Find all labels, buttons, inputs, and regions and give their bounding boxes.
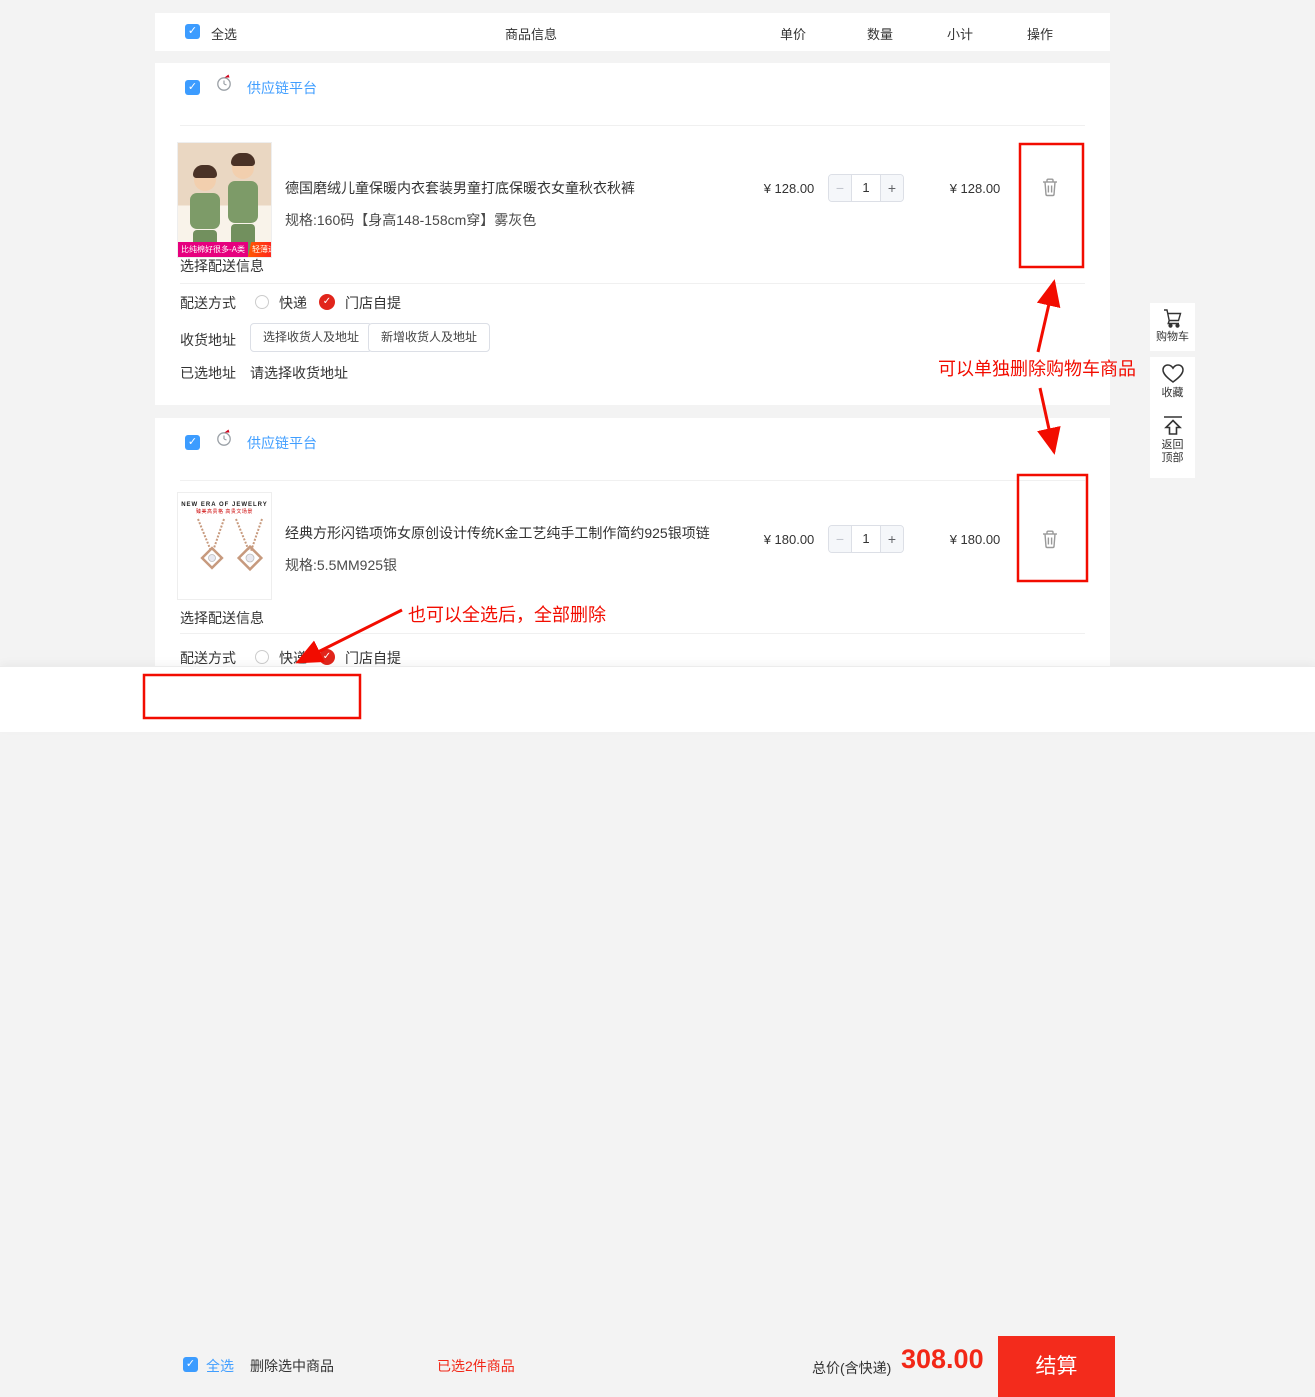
store-icon bbox=[215, 73, 234, 92]
delete-selected-button[interactable]: 删除选中商品 bbox=[250, 1356, 334, 1376]
select-all-checkbox[interactable]: ✓ bbox=[185, 24, 200, 39]
cart-icon bbox=[1162, 308, 1184, 328]
sidebar-favorite-tile[interactable]: 收藏 bbox=[1150, 357, 1195, 409]
qty-plus-button[interactable]: + bbox=[880, 175, 903, 201]
image-brand-subtext: 臻美高贵格 高贵文场景 bbox=[196, 509, 253, 515]
image-promo-banner: 比纯棉好很多-A类 轻薄速暖 bbox=[178, 242, 271, 257]
divider bbox=[180, 283, 1085, 284]
pickup-radio-checked[interactable]: ✓ bbox=[319, 294, 335, 310]
image-badge-left: 比纯棉好很多-A类 bbox=[178, 242, 248, 257]
total-price-value: 308.00 bbox=[901, 1344, 984, 1374]
delete-item-icon[interactable] bbox=[1039, 528, 1063, 552]
divider bbox=[180, 125, 1085, 126]
select-all-label[interactable]: 全选 bbox=[211, 24, 237, 43]
footer-select-all-checkbox[interactable]: ✓ bbox=[183, 1357, 198, 1372]
qty-minus-button[interactable]: − bbox=[829, 526, 852, 552]
col-product-info: 商品信息 bbox=[505, 27, 558, 42]
footer-select-all-label[interactable]: 全选 bbox=[206, 1356, 234, 1376]
express-radio[interactable] bbox=[255, 650, 269, 664]
checkout-button[interactable]: 结算 bbox=[998, 1336, 1115, 1397]
product-image[interactable]: 比纯棉好很多-A类 轻薄速暖 bbox=[177, 142, 272, 258]
col-unit-price: 单价 bbox=[780, 27, 807, 42]
delivery-info-title: 选择配送信息 bbox=[180, 610, 264, 626]
store-name[interactable]: 供应链平台 bbox=[247, 78, 317, 98]
delete-item-icon[interactable] bbox=[1039, 176, 1063, 200]
product-title[interactable]: 德国磨绒儿童保暖内衣套装男童打底保暖衣女童秋衣秋裤 bbox=[285, 178, 775, 198]
quantity-stepper[interactable]: − 1 + bbox=[828, 174, 904, 202]
total-price-label: 总价(含快递) bbox=[812, 1360, 892, 1376]
selected-count-text: 已选2件商品 bbox=[437, 1358, 515, 1374]
cart-footer-bar: ✓ 全选 删除选中商品 已选2件商品 总价(含快递) 308.00 结算 bbox=[0, 666, 1315, 1397]
unit-price: ¥ 180.00 bbox=[763, 532, 815, 547]
sidebar-favorite-label: 收藏 bbox=[1161, 387, 1184, 399]
qty-value[interactable]: 1 bbox=[852, 526, 880, 552]
qty-plus-button[interactable]: + bbox=[880, 526, 903, 552]
cart-group-2: ✓ 供应链平台 NEW ERA OF JEWELRY 臻美高贵格 高贵文场景 经… bbox=[155, 418, 1110, 668]
delivery-info-title: 选择配送信息 bbox=[180, 258, 264, 274]
sidebar-back-top-tile[interactable]: 返回 顶部 bbox=[1150, 409, 1195, 478]
store-name[interactable]: 供应链平台 bbox=[247, 433, 317, 453]
unit-price: ¥ 128.00 bbox=[763, 181, 815, 196]
product-spec: 规格:5.5MM925银 bbox=[285, 557, 398, 573]
pickup-label[interactable]: 门店自提 bbox=[345, 293, 401, 313]
store-checkbox[interactable]: ✓ bbox=[185, 80, 200, 95]
col-quantity: 数量 bbox=[867, 27, 894, 42]
express-label[interactable]: 快递 bbox=[279, 293, 307, 313]
selected-address-label: 已选地址 bbox=[180, 365, 236, 381]
store-icon bbox=[215, 428, 234, 447]
product-spec: 规格:160码【身高148-158cm穿】雾灰色 bbox=[285, 212, 537, 228]
heart-icon bbox=[1161, 363, 1185, 384]
sidebar-back-top-label-1: 返回 bbox=[1161, 439, 1184, 451]
col-actions: 操作 bbox=[1027, 27, 1054, 42]
delivery-method-label: 配送方式 bbox=[180, 650, 236, 666]
delivery-method-label: 配送方式 bbox=[180, 295, 236, 311]
sidebar-cart-tile[interactable]: 购物车 bbox=[1150, 303, 1195, 351]
divider bbox=[180, 633, 1085, 634]
quantity-stepper[interactable]: − 1 + bbox=[828, 525, 904, 553]
product-image[interactable]: NEW ERA OF JEWELRY 臻美高贵格 高贵文场景 bbox=[177, 492, 272, 600]
select-address-button[interactable]: 选择收货人及地址 bbox=[250, 323, 373, 352]
cart-table-header: ✓ 全选 商品信息 单价 数量 小计 操作 bbox=[155, 13, 1110, 51]
back-to-top-icon bbox=[1161, 414, 1185, 436]
qty-minus-button[interactable]: − bbox=[829, 175, 852, 201]
sidebar-back-top-label-2: 顶部 bbox=[1161, 452, 1184, 464]
subtotal-price: ¥ 180.00 bbox=[949, 532, 1001, 547]
product-title[interactable]: 经典方形闪锆项饰女原创设计传统K金工艺纯手工制作简约925银项链 bbox=[285, 523, 775, 543]
address-label: 收货地址 bbox=[180, 332, 236, 348]
image-badge-right: 轻薄速暖 bbox=[248, 242, 271, 257]
annotation-single-delete: 可以单独删除购物车商品 bbox=[938, 359, 1136, 379]
express-label[interactable]: 快递 bbox=[279, 648, 307, 668]
cart-group-1: ✓ 供应链平台 比纯棉好很多-A类 轻薄速暖 德国磨绒儿童保暖内衣套装男童打底保… bbox=[155, 63, 1110, 405]
selected-address-value: 请选择收货地址 bbox=[250, 365, 348, 381]
sidebar-cart-label: 购物车 bbox=[1156, 331, 1189, 343]
store-checkbox[interactable]: ✓ bbox=[185, 435, 200, 450]
divider bbox=[180, 480, 1085, 481]
subtotal-price: ¥ 128.00 bbox=[949, 181, 1001, 196]
express-radio[interactable] bbox=[255, 295, 269, 309]
pickup-label[interactable]: 门店自提 bbox=[345, 648, 401, 668]
annotation-select-all-delete: 也可以全选后，全部删除 bbox=[408, 605, 606, 625]
pickup-radio-checked[interactable]: ✓ bbox=[319, 649, 335, 665]
add-address-button[interactable]: 新增收货人及地址 bbox=[368, 323, 491, 352]
qty-value[interactable]: 1 bbox=[852, 175, 880, 201]
col-subtotal: 小计 bbox=[947, 27, 974, 42]
